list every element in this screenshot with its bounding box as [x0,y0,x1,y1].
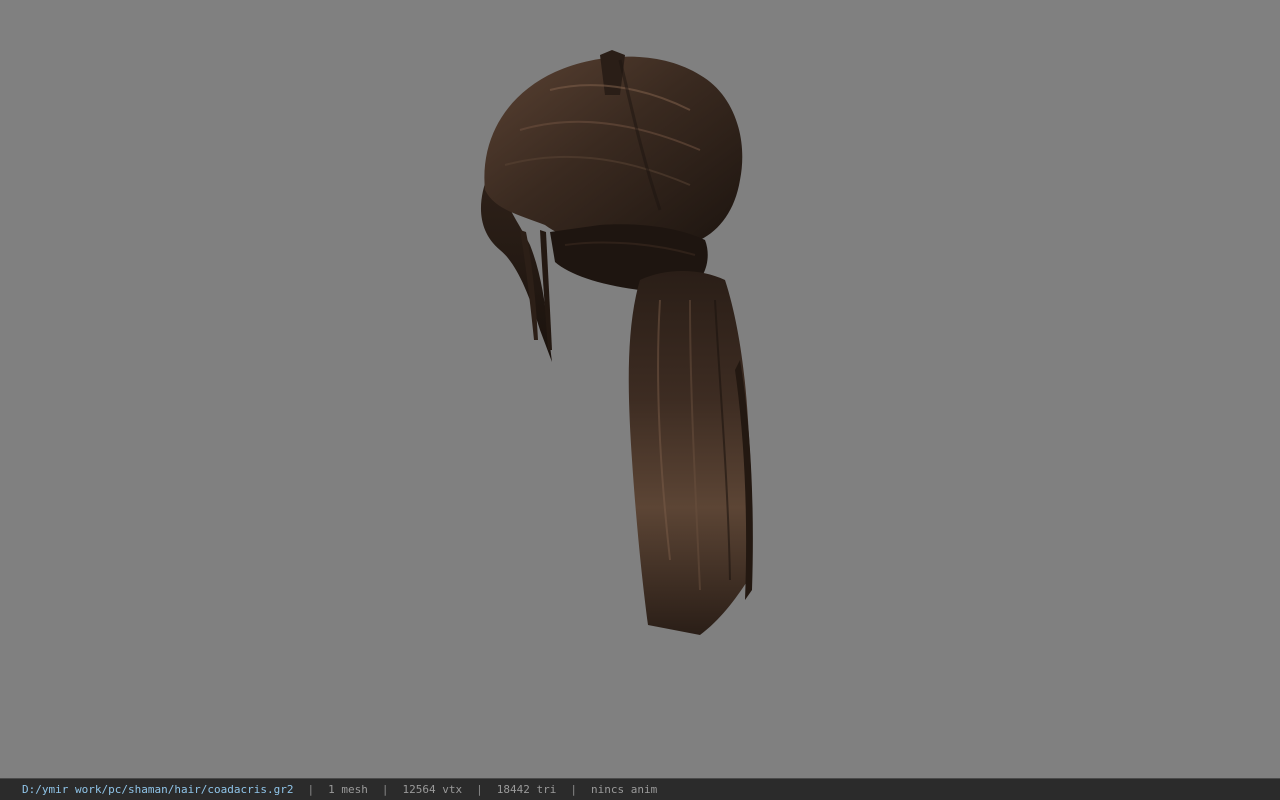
separator: | [381,783,389,796]
animation-status: nincs anim [591,783,658,796]
separator: | [476,783,483,796]
triangle-count: 18442 tri [496,783,557,796]
mesh-count: 1 mesh [328,783,368,796]
separator: | [307,783,315,796]
hair-ponytail [628,271,753,635]
status-bar: D:/ymir work/pc/shaman/hair/coadacris.gr… [0,778,1280,800]
vertex-count: 12564 vtx [402,783,463,796]
file-path: D:/ymir work/pc/shaman/hair/coadacris.gr… [22,783,294,796]
separator: | [570,783,577,796]
hair-crown [484,50,743,249]
hair-model-render[interactable] [0,0,1280,778]
3d-viewport[interactable] [0,0,1280,778]
